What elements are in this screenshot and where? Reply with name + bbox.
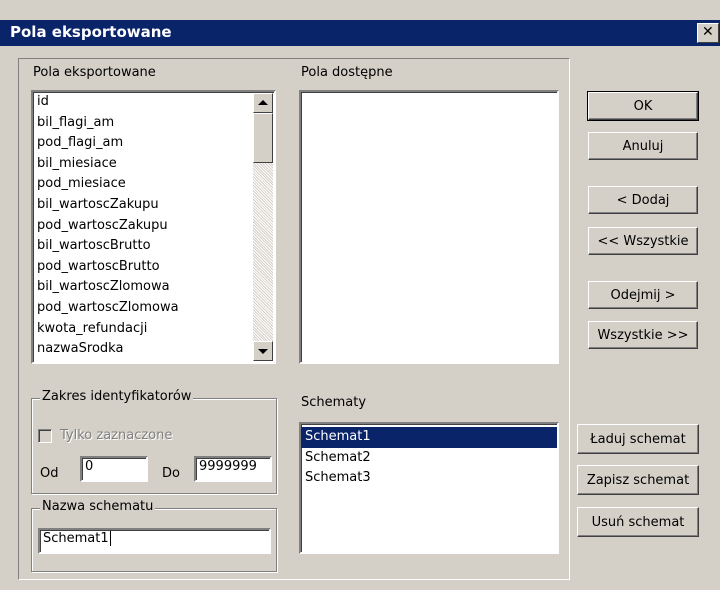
schema-item[interactable]: Schemat1: [301, 427, 557, 448]
text-caret: [109, 531, 111, 546]
schema-name-group-label: Nazwa schematu: [40, 499, 156, 514]
ok-button[interactable]: OK: [587, 91, 699, 121]
schemas-label: Schematy: [301, 395, 367, 410]
exported-field-item[interactable]: pod_wartoscZakupu: [33, 216, 274, 237]
schemas-list[interactable]: Schemat1 Schemat2 Schemat3: [299, 422, 559, 554]
remove-all-button[interactable]: Wszystkie >>: [588, 321, 698, 349]
only-selected-label: Tylko zaznaczone: [60, 428, 173, 443]
exported-fields-label: Pola eksportowane: [33, 65, 156, 80]
from-label: Od: [40, 466, 59, 481]
exported-field-item[interactable]: kwota_refundacji: [33, 319, 274, 340]
exported-field-item[interactable]: pod_flagi_am: [33, 133, 274, 154]
add-button[interactable]: < Dodaj: [588, 186, 698, 214]
available-fields-label: Pola dostępne: [301, 65, 393, 80]
exported-field-item[interactable]: nazwaSrodka: [33, 339, 274, 360]
exported-field-item[interactable]: pod_wartoscZlomowa: [33, 298, 274, 319]
schema-name-input[interactable]: Schemat1: [38, 528, 271, 554]
from-input[interactable]: 0: [80, 456, 148, 482]
available-fields-list[interactable]: [299, 90, 559, 364]
load-schema-button[interactable]: Ładuj schemat: [577, 424, 699, 454]
add-all-button[interactable]: << Wszystkie: [588, 227, 698, 255]
scrollbar-thumb[interactable]: [253, 113, 273, 163]
id-range-group-label: Zakres identyfikatorów: [40, 389, 194, 404]
close-icon[interactable]: [697, 23, 719, 43]
only-selected-checkbox[interactable]: [38, 429, 52, 443]
delete-schema-button[interactable]: Usuń schemat: [577, 507, 699, 537]
schema-item[interactable]: Schemat2: [301, 448, 557, 469]
schema-item[interactable]: Schemat3: [301, 468, 557, 489]
arrow-up-icon[interactable]: [253, 93, 273, 113]
exported-field-item[interactable]: id: [33, 92, 274, 113]
schema-name-value: Schemat1: [43, 531, 109, 546]
cancel-button[interactable]: Anuluj: [588, 132, 698, 160]
remove-button[interactable]: Odejmij >: [588, 281, 698, 309]
exported-field-item[interactable]: pod_wartoscBrutto: [33, 257, 274, 278]
exported-field-item[interactable]: bil_wartoscZakupu: [33, 195, 274, 216]
exported-fields-scrollbar[interactable]: [253, 93, 273, 361]
exported-field-item[interactable]: bil_flagi_am: [33, 113, 274, 134]
window-title: Pola eksportowane: [10, 23, 172, 41]
exported-field-item[interactable]: pod_miesiace: [33, 174, 274, 195]
save-schema-button[interactable]: Zapisz schemat: [577, 465, 699, 495]
to-label: Do: [162, 466, 180, 481]
exported-field-item[interactable]: bil_miesiace: [33, 154, 274, 175]
to-input[interactable]: 9999999: [194, 456, 272, 482]
exported-fields-list[interactable]: id bil_flagi_am pod_flagi_am bil_miesiace po…: [31, 90, 276, 364]
arrow-down-icon[interactable]: [253, 341, 273, 361]
exported-field-item[interactable]: bil_wartoscBrutto: [33, 236, 274, 257]
exported-field-item[interactable]: bil_wartoscZlomowa: [33, 277, 274, 298]
